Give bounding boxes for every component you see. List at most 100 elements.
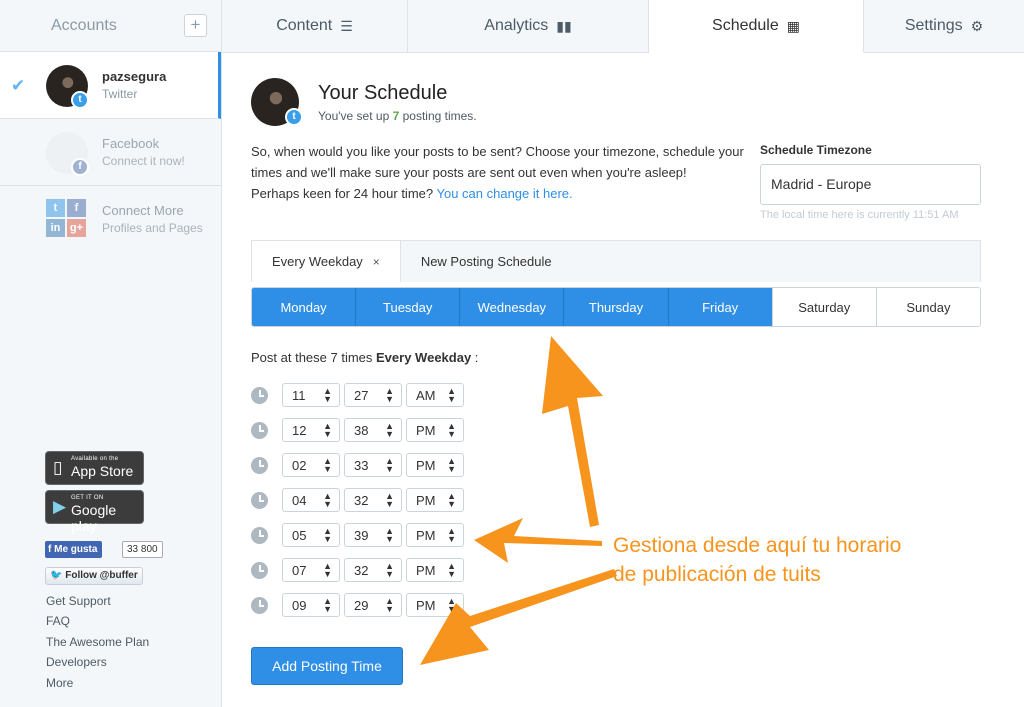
account-item-twitter[interactable]: ✔ t pazsegura Twitter — [0, 52, 221, 119]
post-label-pre: Post at these 7 times — [251, 350, 377, 365]
tab-schedule[interactable]: Schedule ▦ — [649, 0, 864, 53]
select-arrows-icon: ▲ ▼ — [323, 561, 332, 579]
select-arrows-icon: ▲ ▼ — [447, 491, 456, 509]
select-arrows-icon: ▲ ▼ — [323, 526, 332, 544]
connect-more-item[interactable]: t f in g+ Connect More Profiles and Page… — [0, 186, 221, 253]
clock-icon — [251, 456, 268, 474]
tab-label: Settings — [904, 17, 963, 34]
more-link[interactable]: More — [46, 676, 73, 690]
minute-select[interactable]: 32 ▲ ▼ — [344, 558, 402, 582]
select-arrows-icon: ▲ ▼ — [385, 526, 394, 544]
select-arrows-icon: ▲ ▼ — [385, 386, 394, 404]
tab-analytics[interactable]: Analytics ▮▮ — [408, 0, 649, 53]
tab-settings[interactable]: Settings ⚙ — [864, 0, 1024, 53]
ampm-value: PM — [416, 527, 436, 543]
add-account-button[interactable]: + — [184, 14, 207, 37]
ampm-select[interactable]: AM ▲ ▼ — [406, 383, 464, 407]
day-friday[interactable]: Friday — [667, 288, 772, 326]
clock-icon — [251, 526, 268, 544]
top-nav: Content ☰ Analytics ▮▮ Schedule ▦ Settin… — [222, 0, 1024, 53]
ampm-select[interactable]: PM ▲ ▼ — [406, 453, 464, 477]
select-arrows-icon: ▲ ▼ — [323, 421, 332, 439]
select-arrows-icon: ▲ ▼ — [447, 526, 456, 544]
connect-more-sub: Profiles and Pages — [102, 221, 203, 235]
google-plus-icon: g+ — [67, 219, 86, 237]
tab-label: Schedule — [712, 17, 779, 34]
time-format-prompt: Perhaps keen for 24 hour time? — [251, 186, 437, 201]
time-row: 04 ▲ ▼ 32 ▲ ▼ PM ▲ ▼ — [251, 488, 468, 512]
phone-icon: ▯ — [53, 458, 63, 477]
like-count: 33 800 — [122, 541, 163, 558]
faq-link[interactable]: FAQ — [46, 614, 70, 628]
tab-label: Content — [276, 17, 333, 34]
tab-every-weekday[interactable]: Every Weekday × — [252, 241, 401, 282]
timezone-input[interactable]: Madrid - Europe — [760, 164, 981, 205]
schedule-tabs: Every Weekday × New Posting Schedule — [251, 240, 981, 282]
minute-select[interactable]: 27 ▲ ▼ — [344, 383, 402, 407]
minute-select[interactable]: 29 ▲ ▼ — [344, 593, 402, 617]
hour-select[interactable]: 02 ▲ ▼ — [282, 453, 340, 477]
account-connect-link[interactable]: Connect it now! — [102, 154, 185, 168]
app-store-badge[interactable]: ▯ Available on the App Store — [45, 451, 144, 485]
day-wednesday[interactable]: Wednesday — [459, 288, 564, 326]
minute-select[interactable]: 32 ▲ ▼ — [344, 488, 402, 512]
hour-select[interactable]: 04 ▲ ▼ — [282, 488, 340, 512]
select-arrows-icon: ▲ ▼ — [447, 561, 456, 579]
time-row: 02 ▲ ▼ 33 ▲ ▼ PM ▲ ▼ — [251, 453, 468, 477]
select-arrows-icon: ▲ ▼ — [385, 561, 394, 579]
clock-icon — [251, 421, 268, 439]
tab-new-posting-schedule[interactable]: New Posting Schedule — [401, 241, 572, 282]
clock-icon — [251, 561, 268, 579]
ampm-select[interactable]: PM ▲ ▼ — [406, 488, 464, 512]
day-sunday[interactable]: Sunday — [875, 288, 980, 326]
ampm-select[interactable]: PM ▲ ▼ — [406, 558, 464, 582]
awesome-plan-link[interactable]: The Awesome Plan — [46, 635, 149, 649]
day-monday[interactable]: Monday — [252, 288, 356, 326]
select-arrows-icon: ▲ ▼ — [447, 386, 456, 404]
day-tuesday[interactable]: Tuesday — [355, 288, 460, 326]
select-arrows-icon: ▲ ▼ — [385, 491, 394, 509]
minute-value: 33 — [354, 457, 369, 473]
add-posting-time-button[interactable]: Add Posting Time — [251, 647, 403, 685]
change-time-format-link[interactable]: You can change it here. — [437, 186, 573, 201]
google-play-badge[interactable]: ▶ GET IT ON Google play — [45, 490, 144, 534]
ampm-select[interactable]: PM ▲ ▼ — [406, 418, 464, 442]
google-play-small: GET IT ON — [71, 495, 104, 501]
day-thursday[interactable]: Thursday — [563, 288, 668, 326]
posting-times-label: Post at these 7 times Every Weekday : — [251, 350, 478, 365]
tab-content[interactable]: Content ☰ — [222, 0, 408, 53]
developers-link[interactable]: Developers — [46, 655, 107, 669]
ampm-value: PM — [416, 422, 436, 438]
account-item-facebook[interactable]: f Facebook Connect it now! — [0, 119, 221, 186]
select-arrows-icon: ▲ ▼ — [385, 596, 394, 614]
get-support-link[interactable]: Get Support — [46, 594, 111, 608]
hour-select[interactable]: 09 ▲ ▼ — [282, 593, 340, 617]
minute-select[interactable]: 38 ▲ ▼ — [344, 418, 402, 442]
twitter-follow-button[interactable]: 🐦 Follow @buffer — [45, 567, 143, 585]
facebook-like-button[interactable]: f Me gusta — [45, 541, 103, 558]
hour-select[interactable]: 11 ▲ ▼ — [282, 383, 340, 407]
layers-icon: ☰ — [340, 17, 353, 34]
annotation-text: Gestiona desde aquí tu horario de public… — [613, 531, 973, 589]
google-play-label: Google play — [71, 502, 117, 534]
ampm-select[interactable]: PM ▲ ▼ — [406, 593, 464, 617]
hour-select[interactable]: 05 ▲ ▼ — [282, 523, 340, 547]
minute-select[interactable]: 33 ▲ ▼ — [344, 453, 402, 477]
time-row: 09 ▲ ▼ 29 ▲ ▼ PM ▲ ▼ — [251, 593, 468, 617]
social-networks-icon: t f in g+ — [46, 199, 88, 239]
bar-chart-icon: ▮▮ — [556, 17, 572, 34]
hour-select[interactable]: 12 ▲ ▼ — [282, 418, 340, 442]
ampm-select[interactable]: PM ▲ ▼ — [406, 523, 464, 547]
arrow-to-day-selector — [542, 336, 603, 527]
time-row: 12 ▲ ▼ 38 ▲ ▼ PM ▲ ▼ — [251, 418, 468, 442]
hour-value: 04 — [292, 492, 307, 508]
twitter-icon: t — [46, 199, 65, 217]
minute-select[interactable]: 39 ▲ ▼ — [344, 523, 402, 547]
minute-value: 38 — [354, 422, 369, 438]
close-icon[interactable]: × — [373, 255, 380, 269]
twitter-bird-icon: 🐦 — [50, 570, 66, 581]
ampm-value: PM — [416, 492, 436, 508]
hour-select[interactable]: 07 ▲ ▼ — [282, 558, 340, 582]
day-saturday[interactable]: Saturday — [771, 288, 876, 326]
account-network: Twitter — [102, 87, 138, 101]
